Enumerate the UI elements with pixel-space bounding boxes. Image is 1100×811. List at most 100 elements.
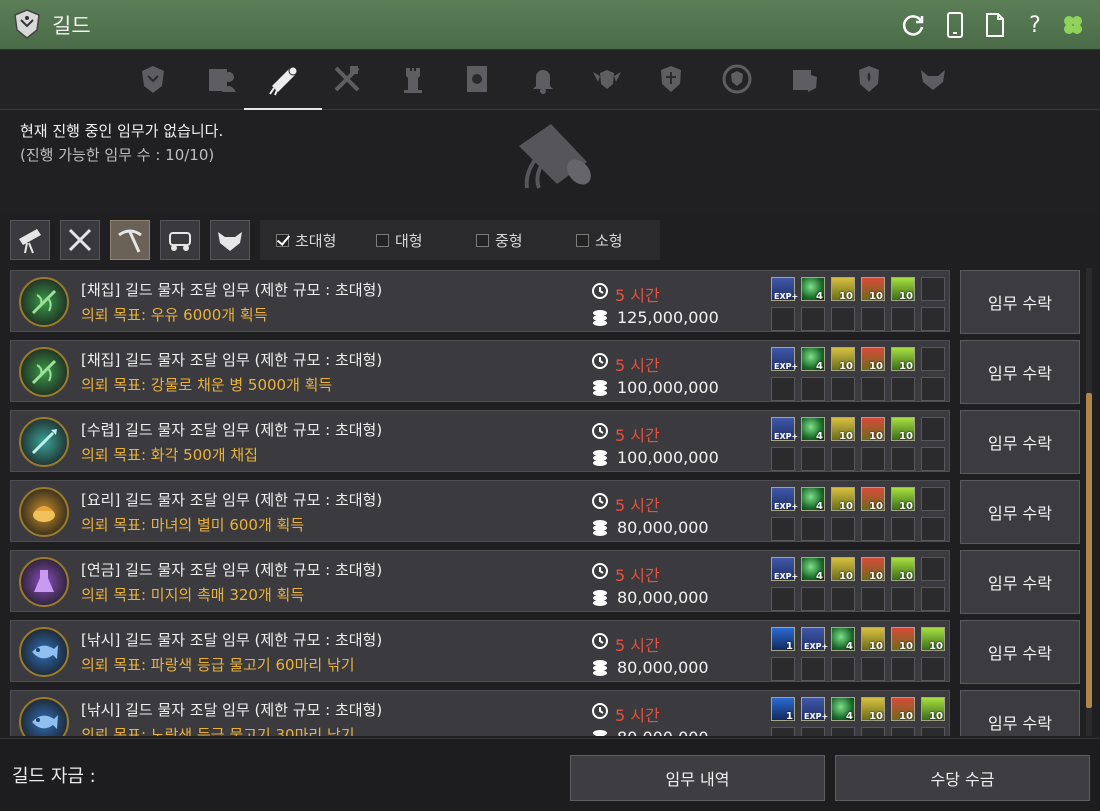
reward-exp-icon[interactable]: EXP+ [771, 487, 798, 511]
filter-checkbox[interactable] [276, 234, 289, 247]
reward-red-icon[interactable]: 10 [891, 697, 915, 722]
mission-row[interactable]: [낚시] 길드 물자 조달 임무 (제한 규모 : 초대형) 의뢰 목표: 노랑색… [10, 688, 1082, 736]
reward-orb-icon[interactable]: 4 [801, 417, 825, 442]
reward-yellow-icon[interactable]: 10 [831, 557, 855, 582]
tab-guild-notice[interactable] [442, 50, 512, 108]
reward-green-icon[interactable]: 10 [921, 697, 945, 722]
accept-mission-button[interactable]: 임무 수락 [960, 480, 1080, 544]
scrollbar-thumb[interactable] [1086, 393, 1092, 708]
accept-mission-button[interactable]: 임무 수락 [960, 550, 1080, 614]
reward-yellow-icon[interactable]: 10 [831, 487, 855, 512]
filter-medium[interactable]: 중형 [476, 230, 523, 251]
filter-extra-large[interactable]: 초대형 [276, 230, 336, 251]
reward-blue-icon[interactable]: 1 [771, 627, 795, 652]
reward-orb-icon[interactable]: 4 [801, 557, 825, 582]
reward-items: EXP+ 4 10 10 10 [771, 417, 947, 471]
reward-yellow-icon[interactable]: 10 [861, 697, 885, 722]
reward-yellow-icon[interactable]: 10 [831, 277, 855, 302]
mission-row[interactable]: [수렵] 길드 물자 조달 임무 (제한 규모 : 초대형) 의뢰 목표: 화각 … [10, 408, 1082, 474]
reward-orb-icon[interactable]: 4 [831, 627, 855, 652]
mobile-icon[interactable] [940, 10, 970, 40]
reward-exp-icon[interactable]: EXP+ [771, 347, 798, 371]
beast-head-icon [921, 70, 945, 90]
tab-guild-alarm[interactable] [508, 50, 578, 108]
tab-guild-fortress[interactable] [378, 50, 448, 108]
accept-mission-button[interactable]: 임무 수락 [960, 270, 1080, 334]
filter-large[interactable]: 대형 [376, 230, 423, 251]
mission-card[interactable]: [채집] 길드 물자 조달 임무 (제한 규모 : 초대형) 의뢰 목표: 우유 … [10, 270, 950, 332]
reward-exp-icon[interactable]: EXP+ [771, 417, 798, 441]
mission-row[interactable]: [채집] 길드 물자 조달 임무 (제한 규모 : 초대형) 의뢰 목표: 강물로… [10, 338, 1082, 404]
mission-history-button[interactable]: 임무 내역 [570, 755, 825, 801]
reward-orb-icon[interactable]: 4 [801, 277, 825, 302]
mission-card[interactable]: [연금] 길드 물자 조달 임무 (제한 규모 : 초대형) 의뢰 목표: 미지의… [10, 550, 950, 612]
reward-red-icon[interactable]: 10 [861, 417, 885, 442]
tab-guild-info[interactable] [118, 50, 188, 108]
filter-checkbox[interactable] [576, 234, 589, 247]
mission-card[interactable]: [낚시] 길드 물자 조달 임무 (제한 규모 : 초대형) 의뢰 목표: 파랑색… [10, 620, 950, 682]
reward-red-icon[interactable]: 10 [861, 277, 885, 302]
reward-yellow-icon[interactable]: 10 [861, 627, 885, 652]
category-trade-button[interactable] [160, 220, 200, 260]
help-icon[interactable]: ? [1020, 10, 1050, 40]
tab-guild-log[interactable] [770, 50, 840, 108]
mission-row[interactable]: [낚시] 길드 물자 조달 임무 (제한 규모 : 초대형) 의뢰 목표: 파랑색… [10, 618, 1082, 684]
tab-guild-boss[interactable] [898, 50, 968, 108]
reward-exp-icon[interactable]: EXP+ [801, 627, 828, 651]
reward-orb-icon[interactable]: 4 [801, 347, 825, 372]
reward-blue-icon[interactable]: 1 [771, 697, 795, 722]
mission-row[interactable]: [연금] 길드 물자 조달 임무 (제한 규모 : 초대형) 의뢰 목표: 미지의… [10, 548, 1082, 614]
reward-yellow-icon[interactable]: 10 [831, 347, 855, 372]
reward-exp-icon[interactable]: EXP+ [771, 557, 798, 581]
tab-guild-fleur[interactable] [834, 50, 904, 108]
mission-card[interactable]: [채집] 길드 물자 조달 임무 (제한 규모 : 초대형) 의뢰 목표: 강물로… [10, 340, 950, 402]
reward-green-icon[interactable]: 10 [891, 347, 915, 372]
reward-green-icon[interactable]: 10 [891, 487, 915, 512]
mission-row[interactable]: [요리] 길드 물자 조달 임무 (제한 규모 : 초대형) 의뢰 목표: 마녀의… [10, 478, 1082, 544]
reward-yellow-icon[interactable]: 10 [831, 417, 855, 442]
mission-card[interactable]: [요리] 길드 물자 조달 임무 (제한 규모 : 초대형) 의뢰 목표: 마녀의… [10, 480, 950, 542]
tab-guild-alliance[interactable] [572, 50, 642, 108]
filter-checkbox[interactable] [376, 234, 389, 247]
category-combat-button[interactable] [60, 220, 100, 260]
accept-mission-button[interactable]: 임무 수락 [960, 620, 1080, 684]
mission-time: 5 시간 [615, 566, 660, 585]
reward-items: EXP+ 4 10 10 10 [771, 557, 947, 611]
document-icon[interactable] [980, 10, 1010, 40]
item-count: 10 [899, 291, 913, 302]
mission-card[interactable]: [수렵] 길드 물자 조달 임무 (제한 규모 : 초대형) 의뢰 목표: 화각 … [10, 410, 950, 472]
collect-allowance-button[interactable]: 수당 수금 [835, 755, 1090, 801]
tab-guild-missions[interactable] [244, 50, 322, 110]
mission-list[interactable]: [채집] 길드 물자 조달 임무 (제한 규모 : 초대형) 의뢰 목표: 우유 … [10, 268, 1082, 736]
category-boss-button[interactable] [210, 220, 250, 260]
category-gathering-button[interactable] [10, 220, 50, 260]
reward-red-icon[interactable]: 10 [891, 627, 915, 652]
accept-mission-button[interactable]: 임무 수락 [960, 340, 1080, 404]
reward-exp-icon[interactable]: EXP+ [801, 697, 828, 721]
filter-checkbox[interactable] [476, 234, 489, 247]
reward-red-icon[interactable]: 10 [861, 487, 885, 512]
category-craft-button[interactable] [110, 220, 150, 260]
reward-red-icon[interactable]: 10 [861, 347, 885, 372]
accept-mission-button[interactable]: 임무 수락 [960, 410, 1080, 474]
reward-green-icon[interactable]: 10 [891, 557, 915, 582]
refresh-icon[interactable] [898, 10, 928, 40]
reward-exp-icon[interactable]: EXP+ [771, 277, 798, 301]
reward-red-icon[interactable]: 10 [861, 557, 885, 582]
filter-small[interactable]: 소형 [576, 230, 623, 251]
coin-stack-icon [593, 730, 607, 736]
reward-green-icon[interactable]: 10 [891, 417, 915, 442]
mission-card[interactable]: [낚시] 길드 물자 조달 임무 (제한 규모 : 초대형) 의뢰 목표: 노랑색… [10, 690, 950, 736]
accept-mission-button[interactable]: 임무 수락 [960, 690, 1080, 736]
reward-orb-icon[interactable]: 4 [831, 697, 855, 722]
mission-row[interactable]: [채집] 길드 물자 조달 임무 (제한 규모 : 초대형) 의뢰 목표: 우유 … [10, 268, 1082, 334]
reward-green-icon[interactable]: 10 [921, 627, 945, 652]
mission-title: [낚시] 길드 물자 조달 임무 (제한 규모 : 초대형) [81, 631, 383, 649]
reward-slot [921, 657, 945, 681]
tab-guild-shield[interactable] [636, 50, 706, 108]
tab-guild-emblem[interactable] [702, 50, 772, 108]
tab-guild-war[interactable] [312, 50, 382, 108]
reward-orb-icon[interactable]: 4 [801, 487, 825, 512]
reward-green-icon[interactable]: 10 [891, 277, 915, 302]
clover-icon[interactable] [1058, 10, 1088, 40]
